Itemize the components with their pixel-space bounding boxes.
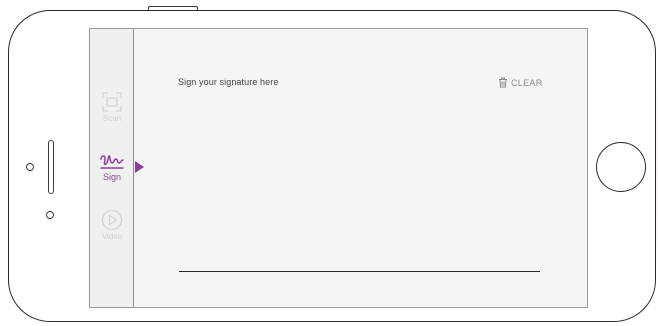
- trash-icon: [499, 77, 507, 88]
- phone-home-button[interactable]: [596, 142, 646, 192]
- stage: Scan Sign Video Sign your signature here…: [0, 0, 658, 326]
- sidebar-item-label: Video: [101, 232, 123, 241]
- sidebar-item-sign[interactable]: Sign: [90, 151, 134, 182]
- app-screen: Scan Sign Video Sign your signature here…: [89, 28, 588, 308]
- sidebar: Scan Sign Video: [90, 29, 134, 307]
- sidebar-item-video[interactable]: Video: [90, 209, 134, 242]
- signature-panel: Sign your signature here CLEAR: [134, 29, 587, 307]
- signature-pad[interactable]: [178, 99, 540, 271]
- clear-button-label: CLEAR: [511, 77, 543, 88]
- signature-instruction: Sign your signature here: [178, 77, 279, 87]
- phone-sensor: [46, 211, 54, 219]
- signature-baseline: [179, 271, 540, 272]
- sidebar-item-label: Scan: [102, 114, 122, 123]
- scan-frame-icon: [102, 92, 122, 112]
- phone-camera: [26, 163, 34, 171]
- signature-icon: [100, 155, 124, 169]
- phone-speaker: [48, 140, 54, 194]
- clear-button[interactable]: CLEAR: [498, 77, 543, 88]
- sidebar-item-label: Sign: [102, 172, 121, 182]
- play-circle-icon: [101, 209, 123, 231]
- sidebar-item-scan[interactable]: Scan: [90, 91, 134, 124]
